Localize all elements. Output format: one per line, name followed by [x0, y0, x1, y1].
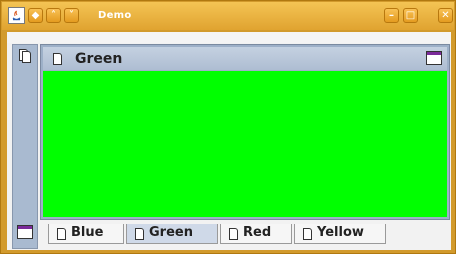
document-icon — [303, 228, 312, 240]
chevron-up-icon[interactable]: ˄ — [46, 8, 61, 23]
java-app-icon[interactable] — [8, 7, 25, 24]
tab-label: Red — [243, 225, 272, 240]
internal-frame-title: Green — [75, 51, 123, 67]
cascade-frames-icon[interactable] — [19, 49, 31, 63]
frame-maximize-icon[interactable] — [426, 51, 442, 65]
document-icon — [135, 228, 144, 240]
tab-red[interactable]: Red — [220, 224, 292, 244]
frame-tab-bar: Blue Green Red Yellow — [40, 222, 450, 248]
tab-label: Yellow — [317, 225, 364, 240]
tab-green[interactable]: Green — [126, 224, 218, 244]
window-title: Demo — [98, 10, 132, 21]
frame-list-bar — [12, 44, 38, 249]
window-titlebar[interactable]: ◆ ˄ ˅ Demo – □ ✕ — [2, 2, 454, 30]
tab-label: Blue — [71, 225, 104, 240]
window-client-area: Green Blue Green Red Yellow — [7, 32, 451, 250]
green-content-panel — [43, 71, 447, 217]
document-icon — [53, 53, 62, 65]
minimize-button[interactable]: – — [384, 8, 399, 23]
close-button[interactable]: ✕ — [438, 8, 453, 23]
maximize-icon[interactable] — [17, 225, 33, 239]
maximize-button[interactable]: □ — [403, 8, 418, 23]
app-window: ◆ ˄ ˅ Demo – □ ✕ Green Blue Green Red Ye… — [0, 0, 456, 254]
chevron-down-icon[interactable]: ˅ — [64, 8, 79, 23]
tab-label: Green — [149, 225, 193, 240]
restore-icon[interactable]: ◆ — [28, 8, 43, 23]
document-icon — [229, 228, 238, 240]
tab-yellow[interactable]: Yellow — [294, 224, 386, 244]
menu-bar — [7, 32, 451, 43]
internal-frame-titlebar[interactable]: Green — [43, 47, 447, 70]
tab-blue[interactable]: Blue — [48, 224, 124, 244]
internal-frame[interactable]: Green — [40, 44, 450, 220]
document-icon — [57, 228, 66, 240]
